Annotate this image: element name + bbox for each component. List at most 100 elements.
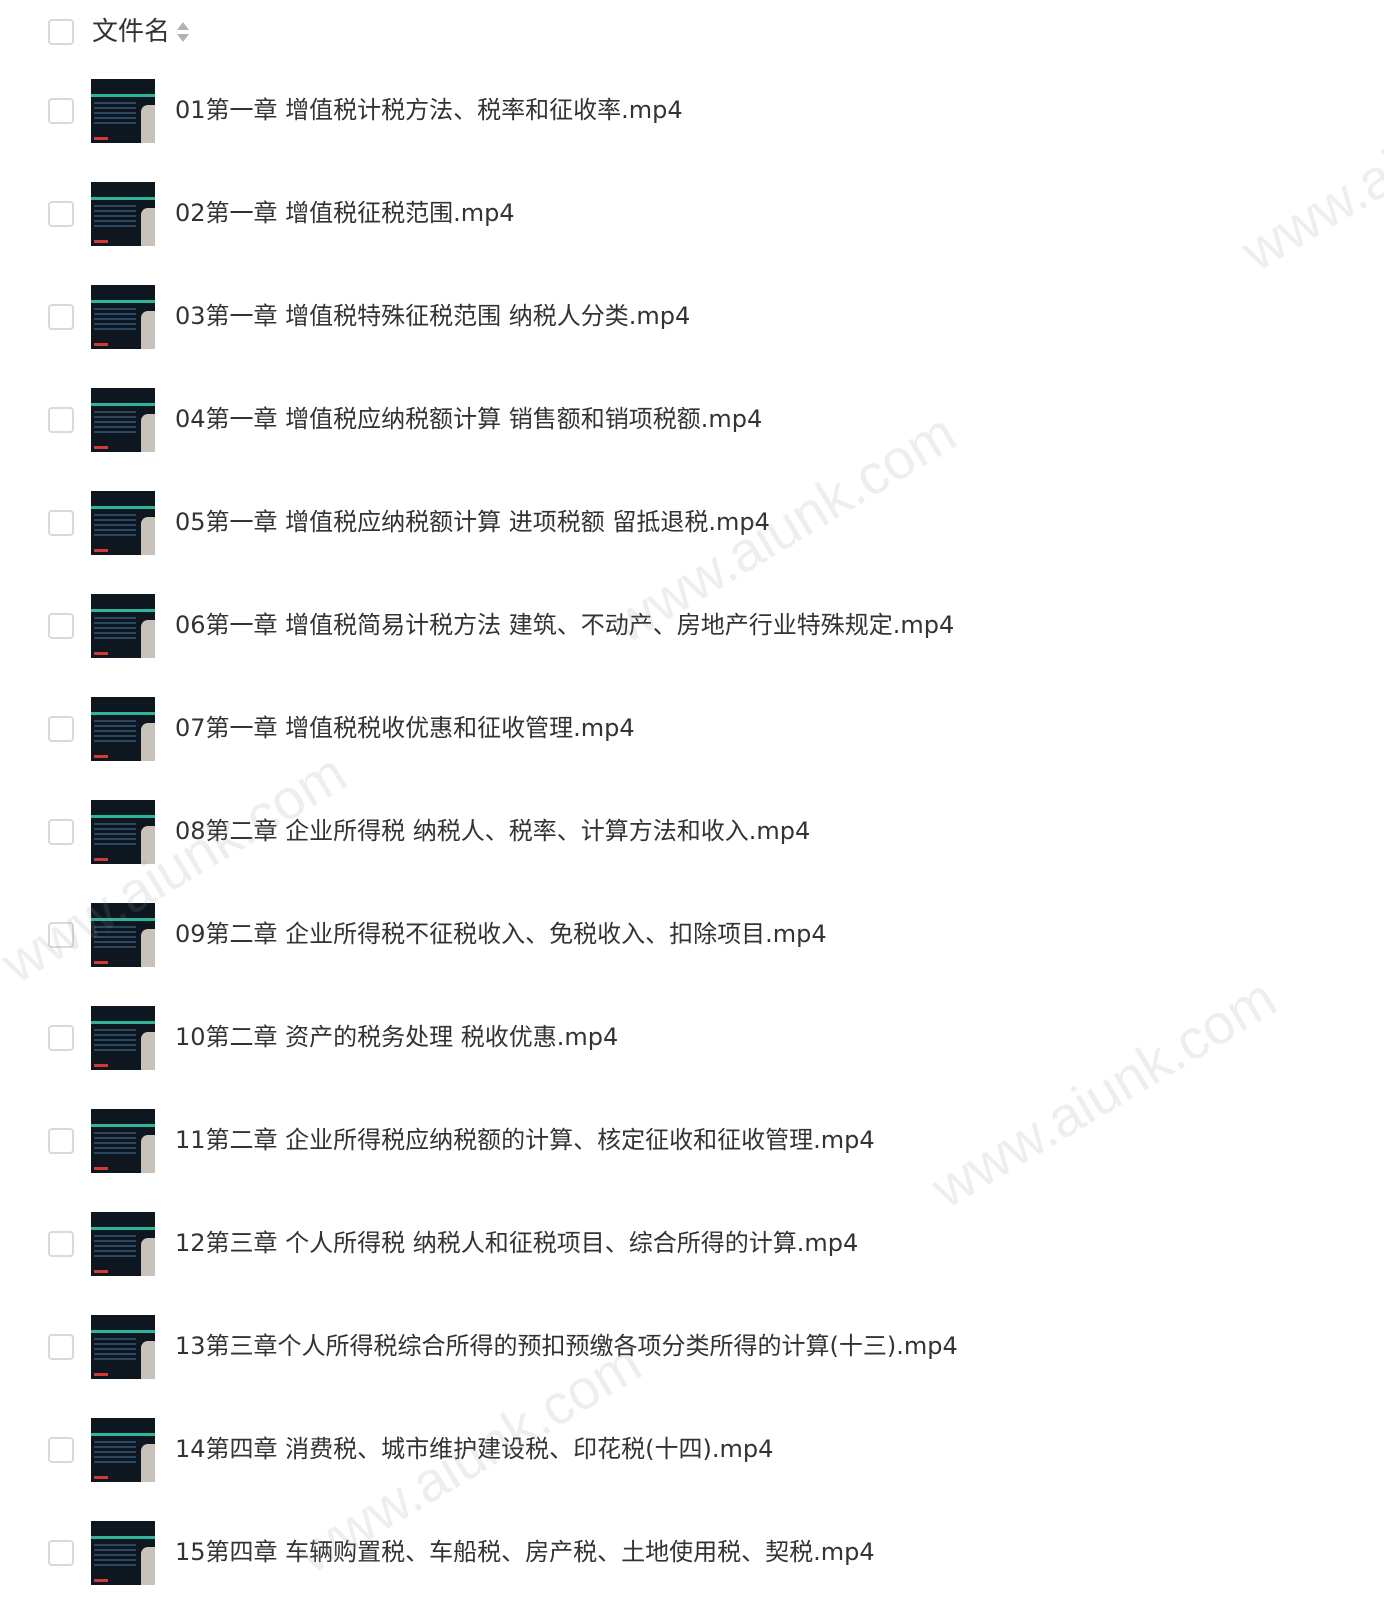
file-row[interactable]: 07第一章 增值税税收优惠和征收管理.mp4 — [0, 697, 1384, 800]
thumbnail-bar — [91, 300, 155, 303]
thumbnail-bar — [91, 506, 155, 509]
thumbnail-logo — [94, 343, 108, 346]
thumbnail-person — [141, 1238, 155, 1276]
file-checkbox[interactable] — [48, 716, 74, 742]
thumbnail-person — [141, 620, 155, 658]
thumbnail-slide — [94, 823, 136, 845]
file-name[interactable]: 08第二章 企业所得税 纳税人、税率、计算方法和收入.mp4 — [175, 813, 810, 849]
video-thumbnail[interactable] — [91, 903, 155, 967]
file-checkbox[interactable] — [48, 819, 74, 845]
file-checkbox[interactable] — [48, 407, 74, 433]
file-checkbox[interactable] — [48, 304, 74, 330]
file-name[interactable]: 01第一章 增值税计税方法、税率和征收率.mp4 — [175, 92, 683, 128]
file-name[interactable]: 05第一章 增值税应纳税额计算 进项税额 留抵退税.mp4 — [175, 504, 770, 540]
thumbnail-bar — [91, 1124, 155, 1127]
thumbnail-logo — [94, 755, 108, 758]
file-row[interactable]: 12第三章 个人所得税 纳税人和征税项目、综合所得的计算.mp4 — [0, 1212, 1384, 1315]
file-name[interactable]: 02第一章 增值税征税范围.mp4 — [175, 195, 515, 231]
video-thumbnail[interactable] — [91, 1418, 155, 1482]
video-thumbnail[interactable] — [91, 1109, 155, 1173]
file-row[interactable]: 08第二章 企业所得税 纳税人、税率、计算方法和收入.mp4 — [0, 800, 1384, 903]
thumbnail-slide — [94, 1441, 136, 1463]
file-name[interactable]: 10第二章 资产的税务处理 税收优惠.mp4 — [175, 1019, 618, 1055]
thumbnail-bar — [91, 197, 155, 200]
video-thumbnail[interactable] — [91, 388, 155, 452]
video-thumbnail[interactable] — [91, 79, 155, 143]
file-checkbox[interactable] — [48, 1334, 74, 1360]
thumbnail-person — [141, 1444, 155, 1482]
select-all-checkbox[interactable] — [48, 19, 74, 45]
thumbnail-person — [141, 1032, 155, 1070]
video-thumbnail[interactable] — [91, 491, 155, 555]
file-name[interactable]: 03第一章 增值税特殊征税范围 纳税人分类.mp4 — [175, 298, 690, 334]
file-name[interactable]: 12第三章 个人所得税 纳税人和征税项目、综合所得的计算.mp4 — [175, 1225, 858, 1261]
thumbnail-person — [141, 517, 155, 555]
thumbnail-person — [141, 414, 155, 452]
thumbnail-slide — [94, 1029, 136, 1051]
thumbnail-slide — [94, 308, 136, 330]
thumbnail-slide — [94, 514, 136, 536]
file-row[interactable]: 11第二章 企业所得税应纳税额的计算、核定征收和征收管理.mp4 — [0, 1109, 1384, 1212]
file-checkbox[interactable] — [48, 98, 74, 124]
video-thumbnail[interactable] — [91, 1521, 155, 1585]
thumbnail-bar — [91, 94, 155, 97]
video-thumbnail[interactable] — [91, 594, 155, 658]
file-row[interactable]: 10第二章 资产的税务处理 税收优惠.mp4 — [0, 1006, 1384, 1109]
thumbnail-bar — [91, 1227, 155, 1230]
file-checkbox[interactable] — [48, 613, 74, 639]
thumbnail-logo — [94, 1373, 108, 1376]
file-name-column-header[interactable]: 文件名 — [92, 14, 170, 50]
sort-icon[interactable] — [176, 20, 190, 44]
file-row[interactable]: 04第一章 增值税应纳税额计算 销售额和销项税额.mp4 — [0, 388, 1384, 491]
thumbnail-logo — [94, 137, 108, 140]
file-checkbox[interactable] — [48, 201, 74, 227]
thumbnail-bar — [91, 403, 155, 406]
file-name[interactable]: 15第四章 车辆购置税、车船税、房产税、土地使用税、契税.mp4 — [175, 1534, 875, 1570]
file-name[interactable]: 06第一章 增值税简易计税方法 建筑、不动产、房地产行业特殊规定.mp4 — [175, 607, 954, 643]
file-checkbox[interactable] — [48, 922, 74, 948]
file-row[interactable]: 14第四章 消费税、城市维护建设税、印花税(十四).mp4 — [0, 1418, 1384, 1521]
thumbnail-slide — [94, 1132, 136, 1154]
file-name[interactable]: 09第二章 企业所得税不征税收入、免税收入、扣除项目.mp4 — [175, 916, 827, 952]
file-row[interactable]: 03第一章 增值税特殊征税范围 纳税人分类.mp4 — [0, 285, 1384, 388]
video-thumbnail[interactable] — [91, 697, 155, 761]
video-thumbnail[interactable] — [91, 285, 155, 349]
thumbnail-person — [141, 723, 155, 761]
file-name[interactable]: 04第一章 增值税应纳税额计算 销售额和销项税额.mp4 — [175, 401, 762, 437]
thumbnail-slide — [94, 1544, 136, 1566]
file-checkbox[interactable] — [48, 1231, 74, 1257]
file-checkbox[interactable] — [48, 1540, 74, 1566]
file-name[interactable]: 13第三章个人所得税综合所得的预扣预缴各项分类所得的计算(十三).mp4 — [175, 1328, 958, 1364]
file-row[interactable]: 09第二章 企业所得税不征税收入、免税收入、扣除项目.mp4 — [0, 903, 1384, 1006]
file-checkbox[interactable] — [48, 1128, 74, 1154]
video-thumbnail[interactable] — [91, 1212, 155, 1276]
file-row[interactable]: 06第一章 增值税简易计税方法 建筑、不动产、房地产行业特殊规定.mp4 — [0, 594, 1384, 697]
file-name[interactable]: 07第一章 增值税税收优惠和征收管理.mp4 — [175, 710, 635, 746]
file-checkbox[interactable] — [48, 1437, 74, 1463]
video-thumbnail[interactable] — [91, 800, 155, 864]
file-name[interactable]: 11第二章 企业所得税应纳税额的计算、核定征收和征收管理.mp4 — [175, 1122, 875, 1158]
thumbnail-bar — [91, 1021, 155, 1024]
file-list-header: 文件名 — [0, 0, 1384, 64]
file-checkbox[interactable] — [48, 510, 74, 536]
thumbnail-logo — [94, 1270, 108, 1273]
thumbnail-bar — [91, 815, 155, 818]
file-row[interactable]: 15第四章 车辆购置税、车船税、房产税、土地使用税、契税.mp4 — [0, 1521, 1384, 1624]
file-row[interactable]: 13第三章个人所得税综合所得的预扣预缴各项分类所得的计算(十三).mp4 — [0, 1315, 1384, 1418]
video-thumbnail[interactable] — [91, 1315, 155, 1379]
thumbnail-slide — [94, 102, 136, 124]
file-checkbox[interactable] — [48, 1025, 74, 1051]
thumbnail-slide — [94, 617, 136, 639]
file-row[interactable]: 01第一章 增值税计税方法、税率和征收率.mp4 — [0, 79, 1384, 182]
file-row[interactable]: 05第一章 增值税应纳税额计算 进项税额 留抵退税.mp4 — [0, 491, 1384, 594]
thumbnail-slide — [94, 205, 136, 227]
thumbnail-logo — [94, 858, 108, 861]
video-thumbnail[interactable] — [91, 1006, 155, 1070]
thumbnail-bar — [91, 1330, 155, 1333]
file-name[interactable]: 14第四章 消费税、城市维护建设税、印花税(十四).mp4 — [175, 1431, 773, 1467]
thumbnail-person — [141, 1341, 155, 1379]
file-row[interactable]: 02第一章 增值税征税范围.mp4 — [0, 182, 1384, 285]
thumbnail-logo — [94, 549, 108, 552]
thumbnail-logo — [94, 1167, 108, 1170]
video-thumbnail[interactable] — [91, 182, 155, 246]
